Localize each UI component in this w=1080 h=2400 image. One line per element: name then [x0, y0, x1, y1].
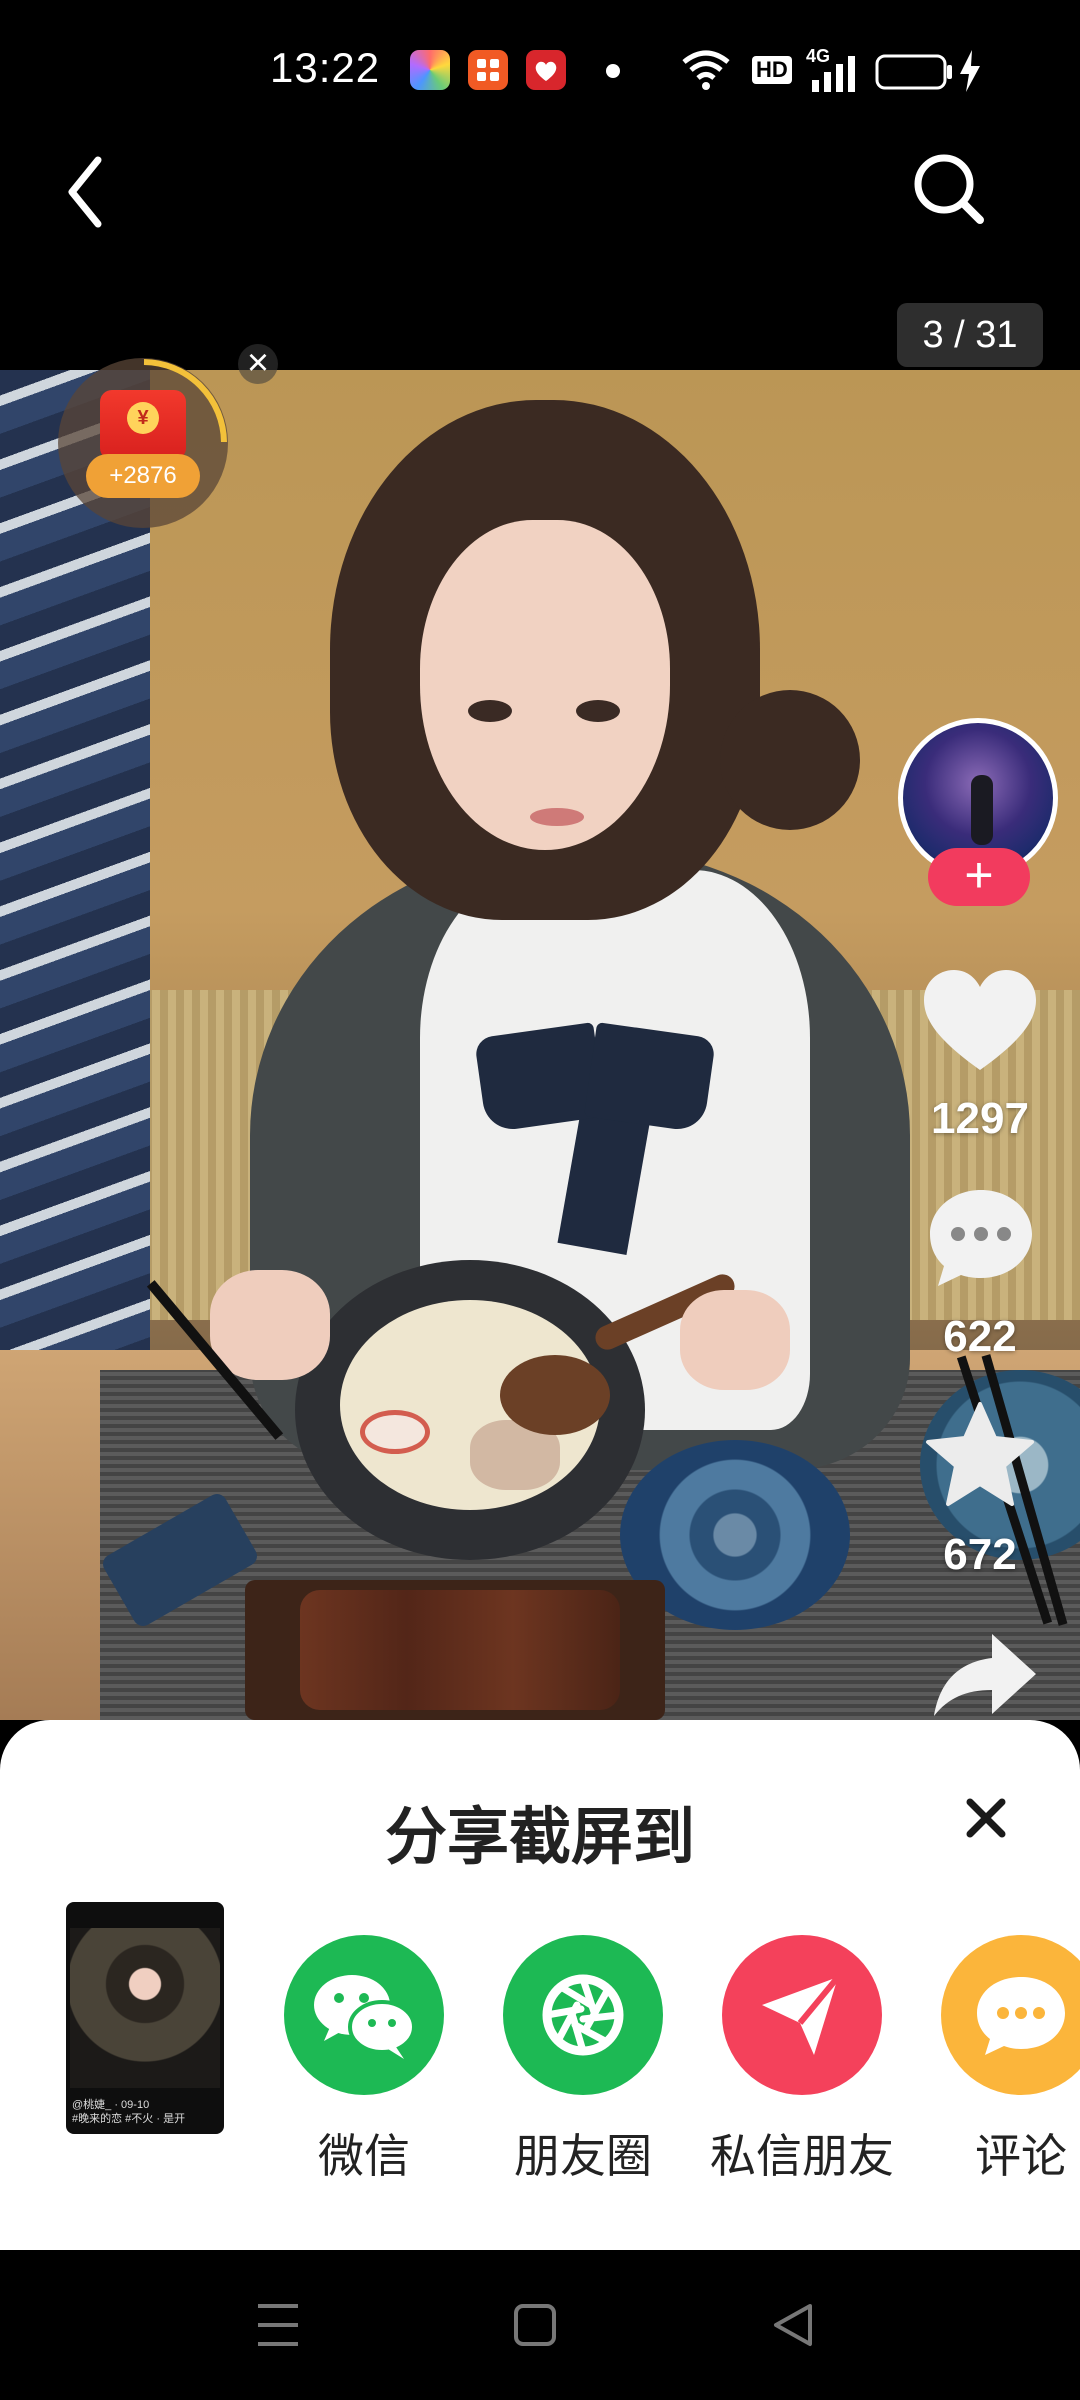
heart-icon[interactable]: [920, 968, 1040, 1074]
home-icon[interactable]: [512, 2300, 558, 2350]
system-navigation-bar: [0, 2250, 1080, 2400]
comment-bubble-icon: [941, 1935, 1080, 2095]
red-heart-app-icon: [526, 50, 566, 90]
post-photo[interactable]: [0, 370, 1080, 1720]
app-grid-icon: [468, 50, 508, 90]
bow-right: [583, 1022, 717, 1133]
image-page-counter: 3 / 31: [897, 303, 1043, 367]
star-icon[interactable]: [922, 1400, 1038, 1510]
chevron-left-icon[interactable]: [58, 152, 128, 232]
share-screenshot-sheet: 分享截屏到 @桃婕_ · 09-10 #晚来的恋 #不火 · 是开 微信 朋友圈…: [0, 1720, 1080, 2250]
menu-icon[interactable]: [256, 2300, 300, 2350]
wooden-spoon: [500, 1355, 610, 1435]
face: [420, 520, 670, 850]
like-count: 1297: [931, 1094, 1029, 1143]
thumbnail-photo: [70, 1928, 220, 2088]
right-hand: [680, 1290, 790, 1390]
yuan-coin-icon: ¥: [127, 402, 159, 434]
share-target-moments[interactable]: 朋友圈: [483, 1935, 683, 2195]
share-sheet-title: 分享截屏到: [384, 1803, 695, 1872]
naruto-slice: [360, 1410, 430, 1454]
thumbnail-caption: @桃婕_ · 09-10 #晚来的恋 #不火 · 是开: [72, 2098, 185, 2126]
battery-icon: [875, 54, 952, 90]
left-hand: [210, 1270, 330, 1380]
share-target-comment[interactable]: 评论: [921, 1935, 1080, 2195]
share-target-label: 朋友圈: [514, 2130, 652, 2182]
status-bar: 13:22 HD 4G: [0, 0, 1080, 120]
red-packet-widget[interactable]: ¥ +2876: [58, 358, 228, 528]
right-eye: [576, 700, 620, 722]
screenshot-thumbnail[interactable]: @桃婕_ · 09-10 #晚来的恋 #不火 · 是开: [66, 1902, 224, 2134]
hd-badge: HD: [752, 56, 792, 84]
wifi-icon: [682, 50, 730, 90]
thumbnail-caption-line-1: @桃婕_ · 09-10: [72, 2099, 150, 2111]
bow-left: [473, 1022, 607, 1133]
red-packet-close-button[interactable]: ×: [238, 344, 278, 384]
lips: [530, 808, 584, 826]
share-target-label: 评论: [975, 2130, 1067, 2182]
thumbnail-caption-line-2: #晚来的恋 #不火 · 是开: [72, 2113, 186, 2125]
share-target-label: 微信: [318, 2130, 410, 2182]
charging-bolt-icon: [960, 50, 980, 92]
grilled-meat: [300, 1590, 620, 1710]
wechat-icon: [284, 1935, 444, 2095]
close-icon[interactable]: [958, 1790, 1014, 1846]
hair-bun: [720, 690, 860, 830]
photos-app-icon: [410, 50, 450, 90]
follow-button[interactable]: +: [928, 848, 1030, 906]
share-target-private-message[interactable]: 私信朋友: [702, 1935, 902, 2195]
status-time: 13:22: [270, 44, 381, 91]
send-icon: [722, 1935, 882, 2095]
share-target-label: 私信朋友: [710, 2130, 894, 2182]
share-arrow-icon[interactable]: [930, 1628, 1040, 1718]
signal-icon: [812, 56, 855, 92]
top-navigation-bar: [0, 120, 1080, 260]
favorite-count: 672: [943, 1530, 1017, 1579]
back-triangle-icon[interactable]: [770, 2300, 816, 2350]
moments-aperture-icon: [503, 1935, 663, 2095]
search-icon[interactable]: [908, 148, 988, 228]
notification-dot: [606, 64, 620, 78]
comment-icon[interactable]: [926, 1186, 1036, 1290]
left-eye: [468, 700, 512, 722]
comment-count: 622: [943, 1312, 1017, 1361]
red-packet-amount: +2876: [86, 454, 200, 498]
share-target-wechat[interactable]: 微信: [264, 1935, 464, 2195]
avatar-figure: [971, 775, 993, 845]
